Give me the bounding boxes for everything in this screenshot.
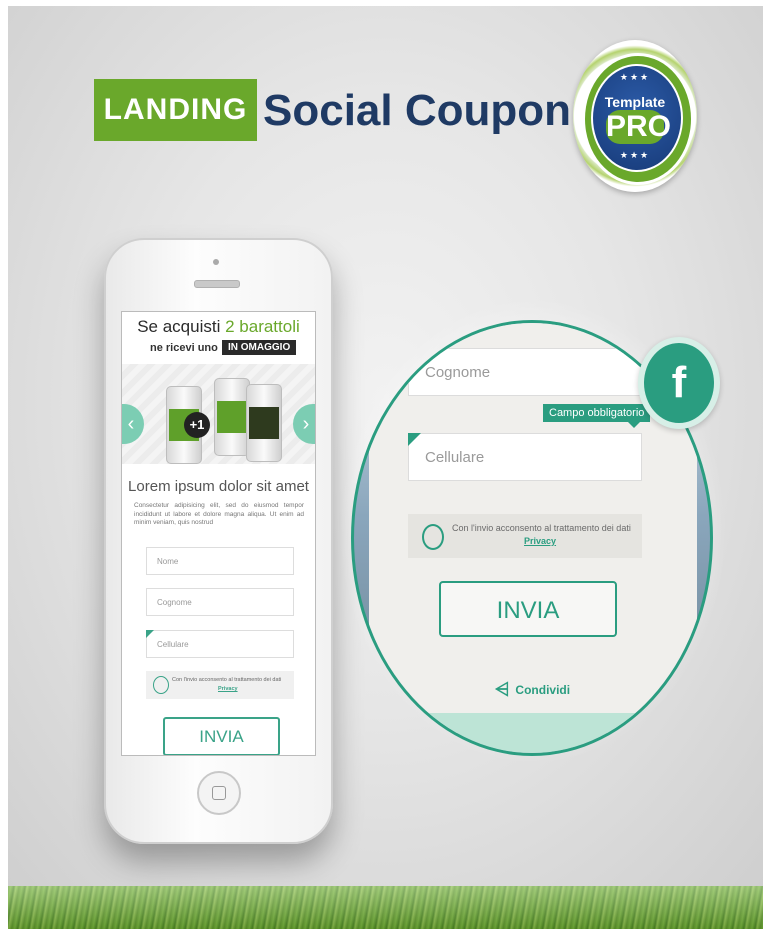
offer-headline-highlight: 2 barattoli <box>225 317 300 336</box>
phone-mockup: Se acquisti 2 barattoli ne ricevi uno IN… <box>104 238 333 844</box>
facebook-icon[interactable]: f <box>638 337 720 429</box>
cellulare-input[interactable]: Cellulare <box>146 630 294 658</box>
required-tooltip: Campo obbligatorio <box>543 404 651 428</box>
submit-button[interactable]: INVIA <box>163 717 280 755</box>
share-label: Condividi <box>515 682 571 697</box>
zoom-privacy-link[interactable]: Privacy <box>524 536 556 546</box>
zoom-cellulare-input[interactable]: Cellulare <box>408 433 642 481</box>
gift-badge: IN OMAGGIO <box>222 340 297 355</box>
zoom-submit-button[interactable]: INVIA <box>439 581 617 637</box>
share-link[interactable]: ⩤ Condividi <box>495 679 570 700</box>
phone-screen: Se acquisti 2 barattoli ne ricevi uno IN… <box>121 311 316 756</box>
consent-box: Con l'invio acconsento al trattamento de… <box>146 671 294 699</box>
required-flag-icon <box>408 433 421 446</box>
lock-icon <box>422 524 444 550</box>
section-description: Consectetur adipisicing elit, sed do eiu… <box>134 502 304 526</box>
promo-canvas: LANDING Social Coupon ★★★ Template PRO ★… <box>8 6 763 886</box>
grass-strip <box>8 886 763 929</box>
zoom-cognome-input[interactable]: Cognome <box>408 348 642 396</box>
phone-home-button <box>197 771 241 815</box>
phone-speaker <box>194 280 240 288</box>
section-heading: Lorem ipsum dolor sit amet <box>128 478 309 495</box>
privacy-link[interactable]: Privacy <box>218 686 238 692</box>
product-jar <box>246 384 282 462</box>
zoom-consent-text: Con l'invio acconsento al trattamento de… <box>452 523 631 533</box>
cognome-input[interactable]: Cognome <box>146 588 294 616</box>
product-jar <box>214 378 250 456</box>
offer-subheadline: ne ricevi uno <box>150 342 218 354</box>
nome-input[interactable]: Nome <box>146 547 294 575</box>
zoom-footer-bar <box>354 713 710 753</box>
badge-pro-text: PRO <box>606 110 672 144</box>
offer-headline: Se acquisti 2 barattoli <box>122 317 315 337</box>
share-icon: ⩤ <box>495 679 510 699</box>
badge-stars-top: ★★★ <box>619 72 651 82</box>
lock-icon <box>153 676 169 694</box>
offer-headline-prefix: Se acquisti <box>137 317 221 336</box>
product-banner: +1 <box>122 364 315 464</box>
badge-stars-bottom: ★★★ <box>619 150 651 160</box>
template-pro-badge: ★★★ Template PRO ★★★ <box>573 40 697 192</box>
plus-one-badge: +1 <box>184 412 210 438</box>
required-flag-icon <box>146 630 154 638</box>
badge-template-text: Template <box>604 94 666 110</box>
zoom-consent-box: Con l'invio acconsento al trattamento de… <box>408 514 642 558</box>
page-title: Social Coupon <box>263 86 571 135</box>
consent-text: Con l'invio acconsento al trattamento de… <box>172 677 282 683</box>
landing-tag: LANDING <box>94 79 257 141</box>
phone-camera <box>213 259 219 265</box>
